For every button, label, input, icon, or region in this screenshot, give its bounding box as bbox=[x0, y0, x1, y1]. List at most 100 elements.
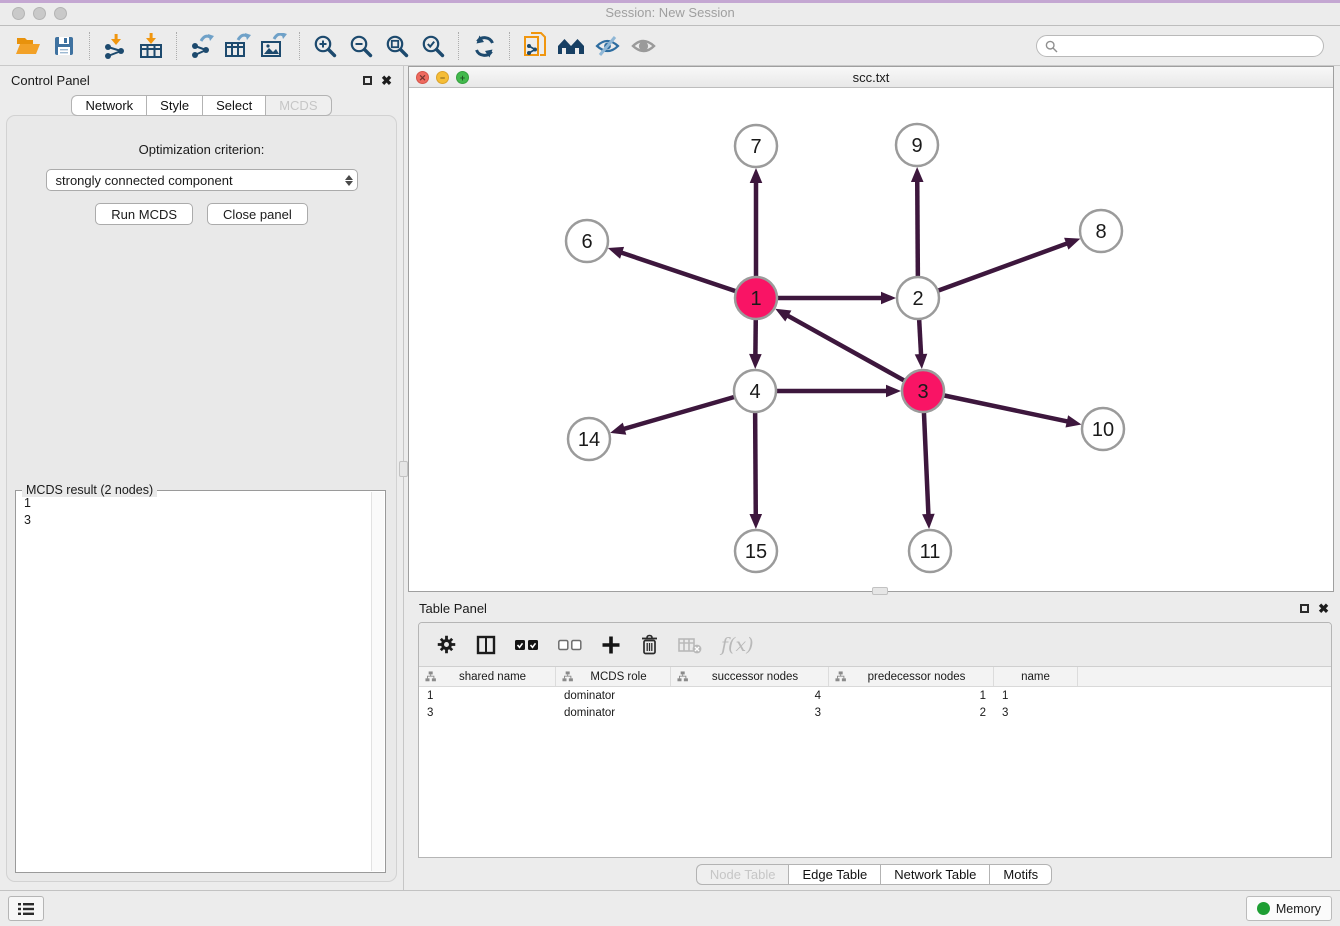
table-settings-icon[interactable] bbox=[436, 634, 457, 655]
toolbar-separator bbox=[89, 32, 90, 60]
node-table-container: f(x) shared nameMCDS rolesuccessor nodes… bbox=[418, 622, 1332, 858]
node-label-1: 1 bbox=[750, 288, 761, 310]
import-network-icon[interactable] bbox=[97, 30, 133, 62]
toolbar-separator bbox=[176, 32, 177, 60]
arrowhead-4-3 bbox=[886, 385, 901, 398]
open-file-icon[interactable] bbox=[10, 30, 46, 62]
zoom-fit-icon[interactable] bbox=[379, 30, 415, 62]
cell-MCDS-role[interactable]: dominator bbox=[556, 707, 671, 719]
arrowhead-4-14 bbox=[610, 423, 626, 435]
table-panel: Table Panel ✖ bbox=[408, 596, 1340, 890]
table-toolbar: f(x) bbox=[419, 623, 1331, 667]
cell-MCDS-role[interactable]: dominator bbox=[556, 690, 671, 702]
tab-network[interactable]: Network bbox=[71, 95, 146, 116]
cell-name[interactable]: 3 bbox=[994, 707, 1078, 719]
memory-label: Memory bbox=[1276, 902, 1321, 916]
close-panel-icon[interactable]: ✖ bbox=[381, 74, 392, 87]
arrowhead-1-6 bbox=[608, 247, 624, 259]
table-body: 1dominator4113dominator323 bbox=[419, 687, 1331, 721]
node-label-6: 6 bbox=[581, 231, 592, 253]
toolbar-separator bbox=[458, 32, 459, 60]
arrowhead-2-9 bbox=[911, 167, 924, 182]
edge-2-8[interactable] bbox=[918, 243, 1069, 298]
cell-predecessor-nodes[interactable]: 1 bbox=[829, 690, 994, 702]
delete-column-icon[interactable] bbox=[640, 634, 659, 655]
import-table-icon[interactable] bbox=[133, 30, 169, 62]
search-box[interactable] bbox=[1036, 35, 1324, 57]
zoom-in-icon[interactable] bbox=[307, 30, 343, 62]
node-label-10: 10 bbox=[1092, 419, 1114, 441]
apply-layout-icon[interactable] bbox=[466, 30, 502, 62]
export-image-icon[interactable] bbox=[256, 30, 292, 62]
criterion-dropdown[interactable]: strongly connected component bbox=[46, 169, 358, 191]
export-table-icon[interactable] bbox=[220, 30, 256, 62]
toolbar-separator bbox=[509, 32, 510, 60]
tab-mcds[interactable]: MCDS bbox=[265, 95, 331, 116]
tab-network-table[interactable]: Network Table bbox=[880, 864, 989, 885]
node-label-8: 8 bbox=[1095, 221, 1106, 243]
function-builder-icon: f(x) bbox=[721, 634, 754, 656]
column-visibility-icon[interactable] bbox=[476, 635, 496, 655]
show-all-icon[interactable] bbox=[625, 30, 661, 62]
cell-successor-nodes[interactable]: 4 bbox=[671, 690, 829, 702]
first-neighbors-icon[interactable] bbox=[553, 30, 589, 62]
new-network-from-selection-icon[interactable] bbox=[517, 30, 553, 62]
arrowhead-4-15 bbox=[749, 514, 762, 529]
control-panel-title: Control Panel bbox=[11, 73, 90, 88]
node-label-3: 3 bbox=[917, 381, 928, 403]
cell-successor-nodes[interactable]: 3 bbox=[671, 707, 829, 719]
cell-predecessor-nodes[interactable]: 2 bbox=[829, 707, 994, 719]
zoom-selected-icon[interactable] bbox=[415, 30, 451, 62]
column-header-MCDS-role[interactable]: MCDS role bbox=[556, 667, 671, 686]
node-label-2: 2 bbox=[912, 288, 923, 310]
memory-button[interactable]: Memory bbox=[1246, 896, 1332, 921]
column-header-predecessor-nodes[interactable]: predecessor nodes bbox=[829, 667, 994, 686]
hide-selected-icon[interactable] bbox=[589, 30, 625, 62]
criterion-dropdown-value: strongly connected component bbox=[56, 173, 233, 188]
cell-shared-name[interactable]: 3 bbox=[419, 707, 556, 719]
list-icon bbox=[18, 902, 34, 916]
edge-3-1[interactable] bbox=[786, 315, 923, 391]
network-graph[interactable]: 1234678910111415 bbox=[409, 88, 1333, 591]
network-canvas[interactable]: 1234678910111415 bbox=[409, 88, 1333, 591]
network-window-titlebar[interactable]: ✕ − + scc.txt bbox=[409, 67, 1333, 88]
edge-3-10[interactable] bbox=[923, 391, 1070, 422]
close-panel-button[interactable]: Close panel bbox=[207, 203, 308, 225]
table-row[interactable]: 1dominator411 bbox=[419, 687, 1331, 704]
tab-style[interactable]: Style bbox=[146, 95, 202, 116]
dropdown-stepper-icon bbox=[345, 175, 353, 186]
close-table-panel-icon[interactable]: ✖ bbox=[1318, 602, 1329, 615]
deselect-all-columns-icon[interactable] bbox=[558, 638, 582, 652]
tab-node-table[interactable]: Node Table bbox=[696, 864, 789, 885]
hierarchy-icon bbox=[562, 671, 573, 682]
optimization-criterion-label: Optimization criterion: bbox=[7, 142, 396, 157]
mcds-result-text: 1 3 bbox=[17, 492, 370, 871]
vertical-splitter-grip[interactable] bbox=[399, 461, 408, 477]
tab-motifs[interactable]: Motifs bbox=[989, 864, 1052, 885]
tab-select[interactable]: Select bbox=[202, 95, 265, 116]
column-header-name[interactable]: name bbox=[994, 667, 1078, 686]
control-panel: Control Panel ✖ NetworkStyleSelectMCDS O… bbox=[0, 66, 404, 890]
hierarchy-icon bbox=[677, 671, 688, 682]
node-label-11: 11 bbox=[920, 541, 941, 563]
cell-name[interactable]: 1 bbox=[994, 690, 1078, 702]
export-network-icon[interactable] bbox=[184, 30, 220, 62]
run-mcds-button[interactable]: Run MCDS bbox=[95, 203, 193, 225]
horizontal-splitter-grip[interactable] bbox=[872, 587, 888, 595]
add-column-icon[interactable] bbox=[601, 635, 621, 655]
task-history-button[interactable] bbox=[8, 896, 44, 921]
save-session-icon[interactable] bbox=[46, 30, 82, 62]
column-header-shared-name[interactable]: shared name bbox=[419, 667, 556, 686]
search-input[interactable] bbox=[1058, 39, 1315, 53]
float-panel-icon[interactable] bbox=[363, 76, 372, 85]
float-table-panel-icon[interactable] bbox=[1300, 604, 1309, 613]
column-header-successor-nodes[interactable]: successor nodes bbox=[671, 667, 829, 686]
zoom-out-icon[interactable] bbox=[343, 30, 379, 62]
table-row[interactable]: 3dominator323 bbox=[419, 704, 1331, 721]
select-all-columns-icon[interactable] bbox=[515, 638, 539, 652]
tab-edge-table[interactable]: Edge Table bbox=[788, 864, 880, 885]
toolbar-separator bbox=[299, 32, 300, 60]
cell-shared-name[interactable]: 1 bbox=[419, 690, 556, 702]
control-panel-header: Control Panel ✖ bbox=[0, 66, 403, 94]
result-scrollbar[interactable] bbox=[371, 492, 384, 871]
